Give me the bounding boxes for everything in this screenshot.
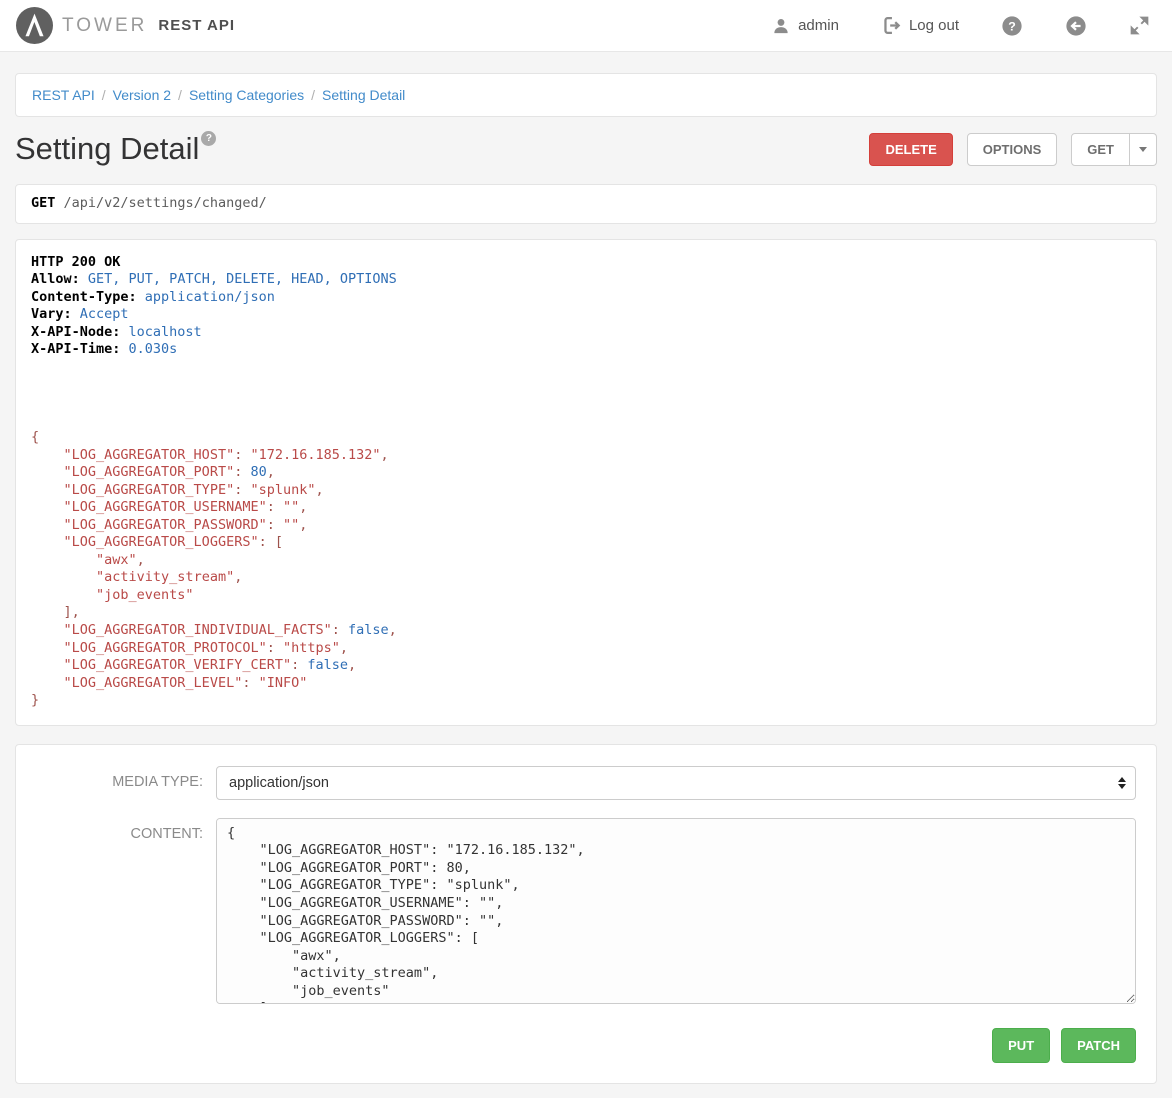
ansible-logo-icon — [16, 7, 53, 44]
breadcrumb-separator: / — [304, 87, 322, 103]
form-actions: PUT PATCH — [36, 1028, 1136, 1063]
top-navbar: TOWER REST API admin Log out — [0, 0, 1172, 52]
method-toolbar: DELETE OPTIONS GET — [869, 133, 1157, 166]
expand-icon — [1129, 15, 1150, 36]
content-control — [216, 818, 1136, 1007]
title-help-icon[interactable]: ? — [201, 131, 216, 146]
page-title-text: Setting Detail — [15, 131, 199, 166]
breadcrumb-link[interactable]: Setting Categories — [189, 87, 304, 103]
patch-button[interactable]: PATCH — [1061, 1028, 1136, 1063]
response-body: HTTP 200 OK Allow: GET, PUT, PATCH, DELE… — [31, 254, 1141, 710]
breadcrumb-link[interactable]: Version 2 — [113, 87, 171, 103]
media-type-control: application/json — [216, 766, 1136, 800]
logout-icon — [881, 15, 902, 36]
content-label: CONTENT: — [36, 818, 216, 1007]
user-icon — [771, 16, 791, 36]
brand-restapi-text: REST API — [158, 17, 235, 34]
breadcrumb-link[interactable]: REST API — [32, 87, 95, 103]
expand-button[interactable] — [1129, 15, 1150, 36]
title-row: Setting Detail? DELETE OPTIONS GET — [15, 131, 1157, 167]
request-path: /api/v2/settings/changed/ — [64, 195, 267, 211]
back-circle-icon — [1065, 15, 1087, 37]
logout-text: Log out — [909, 17, 959, 34]
page: { "navbar": { "brand_tower": "TOWER", "b… — [0, 0, 1172, 1098]
back-button[interactable] — [1065, 15, 1087, 37]
put-button[interactable]: PUT — [992, 1028, 1050, 1063]
breadcrumb-link[interactable]: Setting Detail — [322, 87, 405, 103]
response-panel: HTTP 200 OK Allow: GET, PUT, PATCH, DELE… — [15, 239, 1157, 726]
logout-button[interactable]: Log out — [881, 15, 959, 36]
brand-tower-text: TOWER — [62, 15, 147, 37]
get-dropdown-toggle[interactable] — [1130, 133, 1157, 166]
request-method: GET — [31, 195, 55, 211]
request-info-bar: GET /api/v2/settings/changed/ — [15, 184, 1157, 224]
get-button-group: GET — [1071, 133, 1157, 166]
main-container: REST API/Version 2/Setting Categories/Se… — [0, 73, 1172, 1098]
navbar-actions: admin Log out ? — [771, 15, 1150, 37]
brand-home-link[interactable]: TOWER REST API — [16, 7, 235, 44]
help-circle-icon: ? — [1001, 15, 1023, 37]
username-text: admin — [798, 17, 839, 34]
content-textarea[interactable] — [216, 818, 1136, 1004]
page-title: Setting Detail? — [15, 131, 216, 167]
content-row: CONTENT: — [36, 818, 1136, 1007]
caret-down-icon — [1139, 147, 1147, 152]
svg-text:?: ? — [1008, 19, 1016, 33]
media-type-row: MEDIA TYPE: application/json — [36, 766, 1136, 800]
get-button[interactable]: GET — [1071, 133, 1130, 166]
media-type-select[interactable]: application/json — [216, 766, 1136, 800]
breadcrumb-separator: / — [171, 87, 189, 103]
breadcrumb: REST API/Version 2/Setting Categories/Se… — [15, 73, 1157, 117]
media-type-label: MEDIA TYPE: — [36, 766, 216, 800]
user-menu[interactable]: admin — [771, 16, 839, 36]
delete-button[interactable]: DELETE — [869, 133, 952, 166]
content-form: MEDIA TYPE: application/json CONTENT: PU… — [15, 744, 1157, 1084]
help-button[interactable]: ? — [1001, 15, 1023, 37]
breadcrumb-separator: / — [95, 87, 113, 103]
options-button[interactable]: OPTIONS — [967, 133, 1058, 166]
